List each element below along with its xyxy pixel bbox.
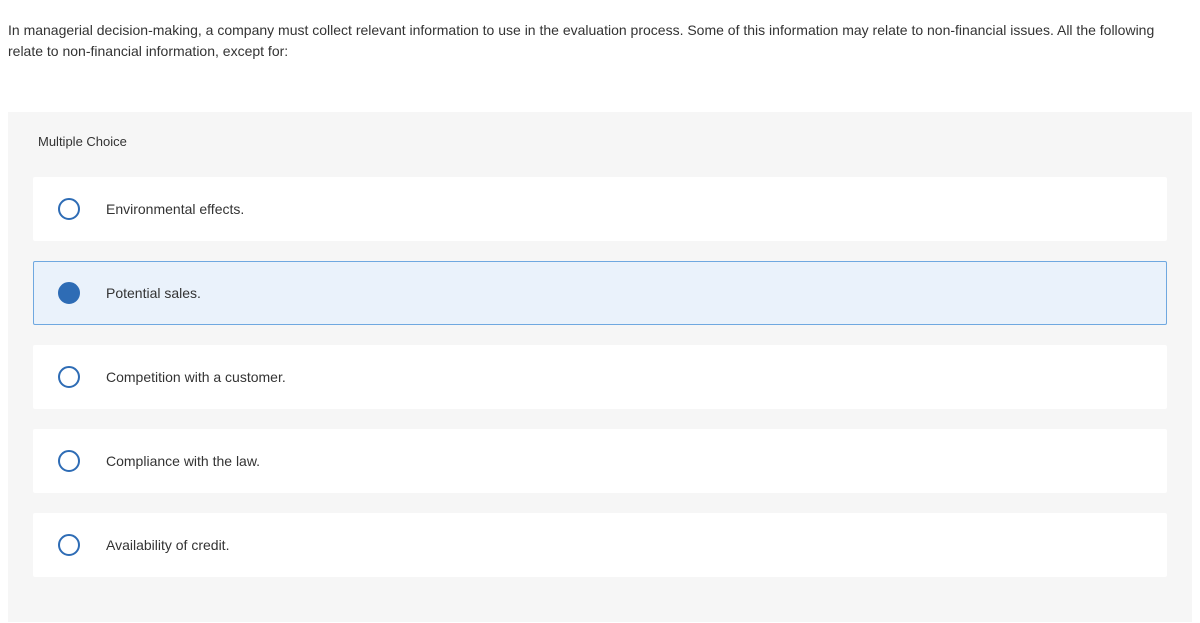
radio-icon: [58, 534, 80, 556]
question-stem: In managerial decision-making, a company…: [0, 0, 1200, 72]
options-list: Environmental effects. Potential sales. …: [8, 167, 1192, 622]
option-4[interactable]: Availability of credit.: [33, 513, 1167, 577]
quiz-type-label: Multiple Choice: [8, 112, 1192, 167]
option-label: Competition with a customer.: [106, 369, 286, 385]
radio-icon: [58, 198, 80, 220]
option-1[interactable]: Potential sales.: [33, 261, 1167, 325]
option-2[interactable]: Competition with a customer.: [33, 345, 1167, 409]
radio-icon: [58, 282, 80, 304]
radio-icon: [58, 366, 80, 388]
option-label: Availability of credit.: [106, 537, 229, 553]
option-3[interactable]: Compliance with the law.: [33, 429, 1167, 493]
option-label: Environmental effects.: [106, 201, 244, 217]
option-label: Compliance with the law.: [106, 453, 260, 469]
quiz-page: In managerial decision-making, a company…: [0, 0, 1200, 622]
option-label: Potential sales.: [106, 285, 201, 301]
radio-icon: [58, 450, 80, 472]
option-0[interactable]: Environmental effects.: [33, 177, 1167, 241]
quiz-container: Multiple Choice Environmental effects. P…: [8, 112, 1192, 622]
